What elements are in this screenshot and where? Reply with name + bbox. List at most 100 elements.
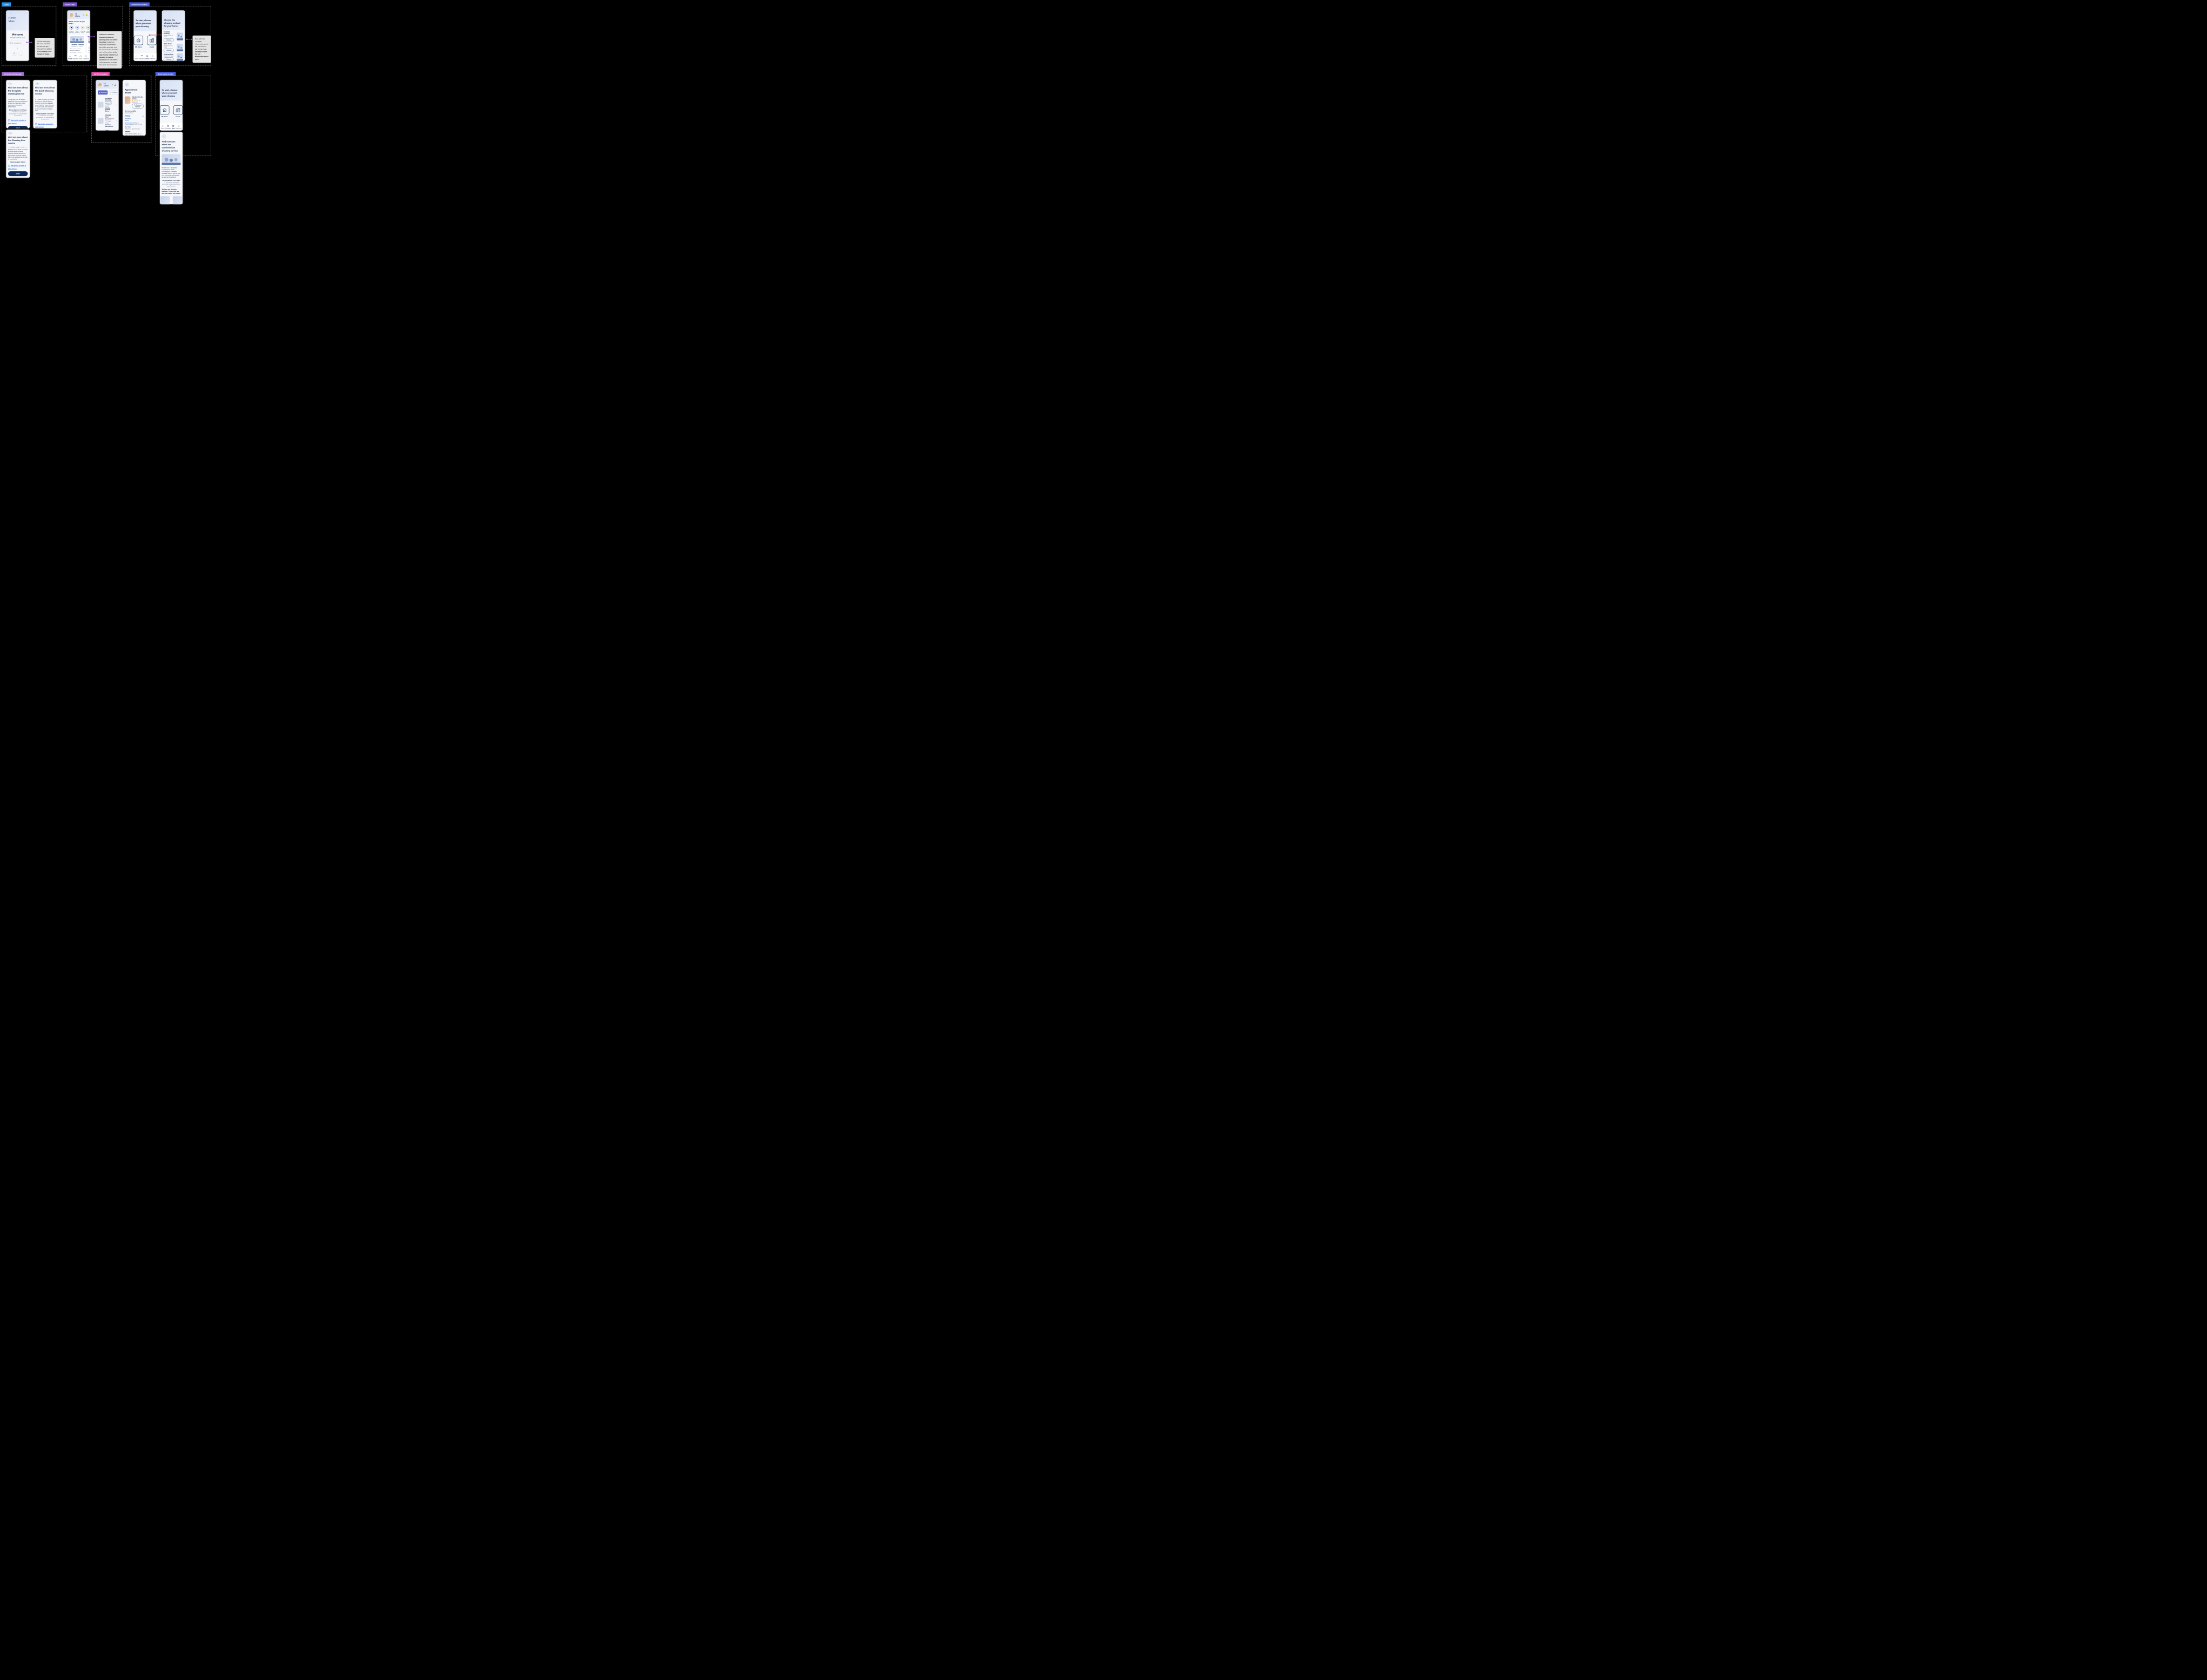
card-title: Complete Cleaning <box>70 44 84 45</box>
option-complete[interactable]: Limpeza completa <box>160 196 170 205</box>
welcome-title: Welcome <box>9 33 27 36</box>
card-desc: This service goes far beyond superficial… <box>70 48 84 53</box>
building-icon <box>147 36 156 45</box>
choose-button[interactable]: Choose <box>164 49 174 52</box>
location-pin-icon[interactable]: ⌖ <box>112 84 113 86</box>
detail-desc: This service goes far beyond superficial… <box>8 98 28 107</box>
chat-icon: ☺ <box>83 55 89 58</box>
nav-book[interactable]: ◇Book <box>145 55 149 60</box>
avatar[interactable] <box>69 13 74 18</box>
back-button[interactable]: ‹ <box>125 83 129 87</box>
nav-requests[interactable]: ☰Requests <box>139 55 145 60</box>
edit-icon[interactable]: ✎ <box>142 115 144 117</box>
booked-title: Quick Cleaning <box>105 130 115 131</box>
nav-book[interactable]: ◇Book <box>79 55 82 60</box>
back-button[interactable]: ‹ <box>162 83 166 87</box>
nav-book[interactable]: ◇Book <box>172 124 175 130</box>
method-illustration <box>177 44 183 51</box>
service-chip[interactable]: Quick Cleaning <box>75 26 79 33</box>
included-link[interactable]: See what is included in each service. <box>35 123 53 128</box>
option-partial[interactable]: Limpeza parcial <box>173 196 182 205</box>
phone-input-group[interactable]: › <box>9 41 27 45</box>
location-my-home[interactable]: My Home <box>160 105 169 118</box>
choose-button[interactable]: Choose <box>164 38 174 42</box>
phone-choose-method: ‹ Choose the cleaning method for your ho… <box>162 10 186 62</box>
nav-home[interactable]: ⌂Home <box>134 55 138 60</box>
resume-button[interactable]: Professional Resume <box>132 104 144 109</box>
service-chip[interactable]: Condo Cleaning <box>86 26 90 33</box>
house-icon <box>160 105 169 114</box>
back-button[interactable]: ‹ <box>164 13 168 17</box>
choose-button[interactable]: Choose <box>164 57 174 61</box>
included-link[interactable]: See what is included in each service. <box>8 119 26 124</box>
phone-detail-s2: ‹ Find out more about the Quick Cleaning… <box>32 79 58 129</box>
nav-questions[interactable]: ☺Questions <box>150 55 156 60</box>
bell-icon[interactable]: 🔔 <box>85 14 88 16</box>
option-illustration <box>160 196 170 205</box>
loc-label: Condo <box>173 116 183 118</box>
apple-login-button[interactable] <box>19 51 23 55</box>
avatar[interactable] <box>98 83 103 87</box>
detail-desc: In a matter of hours, your home goes fro… <box>35 98 55 111</box>
method-duration: Duration: 6 to 8 hours <box>164 35 176 38</box>
service-card-quick[interactable]: Quick Cleaning In a matter of hours, you… <box>87 35 90 53</box>
booked-pro: Cláudia Almeida Santos <box>105 107 115 112</box>
back-button[interactable]: ‹ <box>8 83 12 85</box>
back-button[interactable]: ‹ <box>162 134 166 139</box>
sparkle-icon: ◇ <box>79 55 82 58</box>
location-pin-icon[interactable]: ⌖ <box>83 14 84 17</box>
duration: Service duration: 6 to 8 hours <box>8 109 28 111</box>
choose-method-title: Choose the cleaning method for your home <box>164 19 183 28</box>
info-icon: ? <box>35 123 37 125</box>
service-chip[interactable]: Complete Cleaning <box>69 26 73 33</box>
phone-input[interactable] <box>9 41 26 45</box>
nav-questions[interactable]: ☺Questions <box>176 124 181 130</box>
book-callout: Now, after the complete information abou… <box>193 36 211 63</box>
chevron-right-icon: › <box>116 104 117 106</box>
method-illustration <box>177 53 183 61</box>
back-button[interactable]: ‹ <box>8 132 12 134</box>
booked-item[interactable]: Complete Cleaning 📅 Monday, March 27th 🕘… <box>98 96 117 113</box>
tab-history[interactable]: ↻History <box>109 90 119 95</box>
warning-icon: ⚠ <box>37 115 39 117</box>
house-icon <box>134 36 143 45</box>
google-login-button[interactable]: G <box>12 51 16 55</box>
nav-questions[interactable]: ☺Questions <box>83 55 89 60</box>
booked-thumb <box>98 102 104 108</box>
service-card-complete[interactable]: Complete Cleaning Duration: 6 to 8 hours… <box>69 35 85 53</box>
method-illustration <box>177 32 183 40</box>
start-button[interactable]: Start <box>8 171 28 176</box>
phone-detail-s3: ‹ Find out more about the Cleaning Now s… <box>5 129 31 179</box>
back-button[interactable]: ‹ <box>136 13 140 17</box>
nav-requests[interactable]: ☰Requests <box>73 55 78 60</box>
greeting: Hi, Maria <box>75 13 82 17</box>
nav-home[interactable]: ⌂Home <box>161 124 165 130</box>
detail-title: Find out more about the Complete Cleanin… <box>8 86 28 96</box>
info-icon: ? <box>8 119 10 122</box>
warning-icon: ⚠ <box>10 111 12 113</box>
loc-label: Condo <box>147 46 156 48</box>
bell-icon[interactable]: 🔔 <box>114 84 117 86</box>
location-condo[interactable]: Condo <box>173 105 183 118</box>
included-link[interactable]: See what is included in each service. <box>8 165 26 170</box>
nav-requests[interactable]: ☰Requests <box>165 124 171 130</box>
choose-location-title: To start, choose where you want your cle… <box>136 19 154 28</box>
nav-home[interactable]: ⌂Home <box>68 55 72 60</box>
service-chip[interactable]: Cleaning Now! <box>80 26 85 33</box>
building-icon <box>173 105 183 114</box>
booked-item[interactable]: Cleaning Now! 📅 Wednesday, March 29 🕘 11… <box>98 113 117 129</box>
loc-label: My Home <box>160 116 169 118</box>
location-condo[interactable]: Condo <box>147 36 156 48</box>
brand-logo: Home Mate <box>9 16 27 23</box>
back-button[interactable]: ‹ <box>35 83 39 85</box>
detail-desc: Ideal service for those who need an urge… <box>8 149 28 160</box>
booked-pro: Francisca Maria Soares <box>105 124 115 127</box>
duration: Service duration: 2 hours <box>8 161 28 163</box>
value: Every Friday at 09:00 – 09:30 <box>125 124 144 126</box>
tab-booked[interactable]: ▤Booked <box>98 90 107 95</box>
booked-item[interactable]: Quick Cleaning 📅 Monday, April 1st 🕘 09:… <box>98 129 117 131</box>
service-prompt: Which service do you need? <box>69 21 88 24</box>
appt-title: Appointment details <box>125 89 144 95</box>
location-my-home[interactable]: My Home <box>134 36 143 48</box>
value: Weekly <box>125 120 144 122</box>
